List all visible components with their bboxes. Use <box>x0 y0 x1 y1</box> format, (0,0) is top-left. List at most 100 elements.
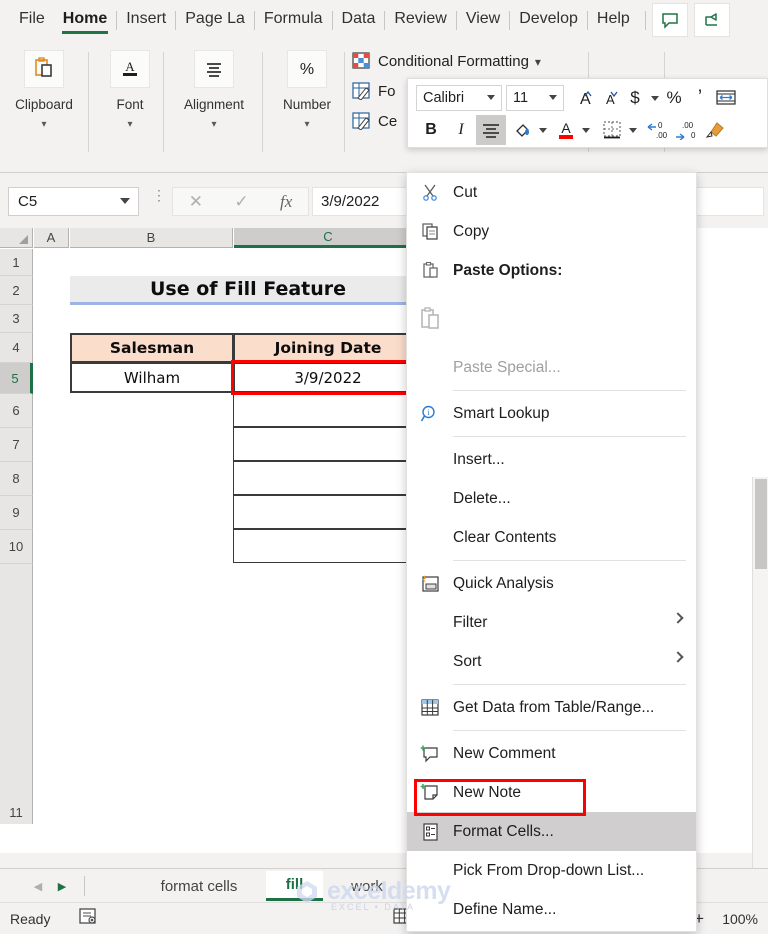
sheet-tab-fill[interactable]: fill <box>266 871 323 901</box>
ribbon-group-number[interactable]: % Number ▾ <box>270 46 344 158</box>
column-header-a[interactable]: A <box>34 228 69 248</box>
chevron-down-icon[interactable] <box>120 198 130 204</box>
vertical-scrollbar[interactable] <box>752 477 768 934</box>
context-menu-item-copy[interactable]: Copy <box>407 212 696 251</box>
cell-c8-empty[interactable] <box>233 461 423 495</box>
context-menu-item-quick-analysis[interactable]: Quick Analysis <box>407 564 696 603</box>
accounting-number-format-button[interactable]: $ <box>622 85 648 111</box>
sheet-tab-work[interactable]: work <box>328 871 406 901</box>
formula-bar-grip[interactable]: ⋮ <box>152 188 166 202</box>
insert-function-button[interactable]: fx <box>280 192 292 212</box>
column-header-b[interactable]: B <box>70 228 233 248</box>
tab-page-layout[interactable]: Page La <box>176 4 254 37</box>
format-painter-button[interactable] <box>701 117 729 143</box>
row-header-5[interactable]: 5 <box>0 363 33 394</box>
context-menu-item-filter[interactable]: Filter <box>407 603 696 642</box>
row-header-1[interactable]: 1 <box>0 249 33 276</box>
cell-c10-empty[interactable] <box>233 529 423 563</box>
context-menu-item-cut[interactable]: Cut <box>407 173 696 212</box>
font-name-combo[interactable]: Calibri <box>416 85 502 111</box>
fill-color-button[interactable] <box>510 117 536 143</box>
chevron-down-icon[interactable] <box>549 95 557 100</box>
row-header-8[interactable]: 8 <box>0 462 33 496</box>
paste-option-keep-source-formatting[interactable] <box>407 290 696 348</box>
ribbon-group-font[interactable]: A Font ▾ <box>96 46 164 158</box>
cell-c9-empty[interactable] <box>233 495 423 529</box>
increase-decimal-button[interactable]: .00 0 <box>673 117 701 143</box>
row-header-6[interactable]: 6 <box>0 394 33 428</box>
chevron-down-icon[interactable] <box>487 95 495 100</box>
cancel-edit-button[interactable]: ✕ <box>189 192 203 212</box>
center-align-button[interactable] <box>476 115 506 145</box>
chevron-down-icon[interactable]: ▾ <box>211 119 216 130</box>
context-menu-item-new-note[interactable]: New Note <box>407 773 696 812</box>
merge-center-button[interactable] <box>713 85 739 111</box>
row-header-10[interactable]: 10 <box>0 530 33 564</box>
tab-help[interactable]: Help <box>588 4 639 37</box>
decrease-decimal-button[interactable]: 0 .00 <box>645 117 673 143</box>
chevron-down-icon[interactable]: ▾ <box>127 119 132 130</box>
chevron-down-icon[interactable]: ▾ <box>41 119 46 130</box>
row-header-11[interactable]: 11 <box>0 564 33 824</box>
cell-header-salesman[interactable]: Salesman <box>70 333 234 363</box>
tab-developer[interactable]: Develop <box>510 4 587 37</box>
sheet-tab-format-cells[interactable]: format cells <box>140 871 258 901</box>
tab-view[interactable]: View <box>457 4 509 37</box>
prev-sheet-button[interactable]: ◀ <box>30 878 46 894</box>
comma-style-button[interactable]: ’ <box>687 85 713 111</box>
font-color-button[interactable]: A <box>553 117 579 143</box>
tab-formulas[interactable]: Formula <box>255 4 332 37</box>
chevron-down-icon[interactable]: ▾ <box>535 55 541 69</box>
confirm-edit-button[interactable]: ✓ <box>234 192 248 212</box>
increase-font-size-button[interactable]: A <box>570 85 596 111</box>
tab-data[interactable]: Data <box>333 4 385 37</box>
chevron-down-icon[interactable] <box>579 117 592 143</box>
italic-button[interactable]: I <box>446 117 476 143</box>
tab-review[interactable]: Review <box>385 4 455 37</box>
cell-styles-button[interactable]: Ce <box>352 112 397 131</box>
share-icon[interactable] <box>693 3 730 37</box>
context-menu-item-new-comment[interactable]: New Comment <box>407 734 696 773</box>
context-menu-item-format-cells[interactable]: Format Cells... <box>407 812 696 851</box>
row-header-3[interactable]: 3 <box>0 305 33 333</box>
context-menu-item-define-name[interactable]: Define Name... <box>407 890 696 929</box>
row-header-2[interactable]: 2 <box>0 276 33 305</box>
context-menu-item-clear-contents[interactable]: Clear Contents <box>407 518 696 557</box>
percent-style-button[interactable]: % <box>661 85 687 111</box>
scrollbar-thumb[interactable] <box>755 479 767 569</box>
format-as-table-button[interactable]: Fo <box>352 82 396 101</box>
context-menu-item-delete[interactable]: Delete... <box>407 479 696 518</box>
column-header-c[interactable]: C <box>234 228 423 248</box>
ribbon-group-alignment[interactable]: Alignment ▾ <box>171 46 257 158</box>
context-menu-item-sort[interactable]: Sort <box>407 642 696 681</box>
context-menu-item-get-data-from-table-range[interactable]: Get Data from Table/Range... <box>407 688 696 727</box>
bold-button[interactable]: B <box>416 117 446 143</box>
cell-c7-empty[interactable] <box>233 427 423 461</box>
record-macro-icon[interactable] <box>78 907 98 930</box>
ribbon-group-clipboard[interactable]: Clipboard ▾ <box>10 46 78 158</box>
cell-b5-salesman[interactable]: Wilham <box>70 362 234 393</box>
chevron-down-icon[interactable] <box>536 117 549 143</box>
context-menu-item-insert[interactable]: Insert... <box>407 440 696 479</box>
select-all-button[interactable] <box>0 228 33 248</box>
next-sheet-button[interactable]: ▶ <box>54 878 70 894</box>
comment-icon[interactable] <box>651 3 688 37</box>
context-menu-item-link[interactable]: Link <box>407 929 696 934</box>
context-menu-item-smart-lookup[interactable]: i Smart Lookup <box>407 394 696 433</box>
chevron-down-icon[interactable] <box>648 85 661 111</box>
decrease-font-size-button[interactable]: A <box>596 85 622 111</box>
name-box[interactable]: C5 <box>8 187 139 216</box>
tab-file[interactable]: File <box>10 4 54 37</box>
row-header-4[interactable]: 4 <box>0 333 33 363</box>
chevron-down-icon[interactable]: ▾ <box>304 119 309 130</box>
row-header-9[interactable]: 9 <box>0 496 33 530</box>
cell-header-joining-date[interactable]: Joining Date <box>233 333 423 363</box>
context-menu-item-pick-from-drop-down-list[interactable]: Pick From Drop-down List... <box>407 851 696 890</box>
tab-insert[interactable]: Insert <box>117 4 175 37</box>
chevron-down-icon[interactable] <box>626 117 639 143</box>
borders-button[interactable] <box>598 117 626 143</box>
cell-title[interactable]: Use of Fill Feature <box>70 276 426 305</box>
font-size-combo[interactable]: 11 <box>506 85 564 111</box>
tab-home[interactable]: Home <box>54 4 116 37</box>
zoom-level-label[interactable]: 100% <box>722 911 758 927</box>
